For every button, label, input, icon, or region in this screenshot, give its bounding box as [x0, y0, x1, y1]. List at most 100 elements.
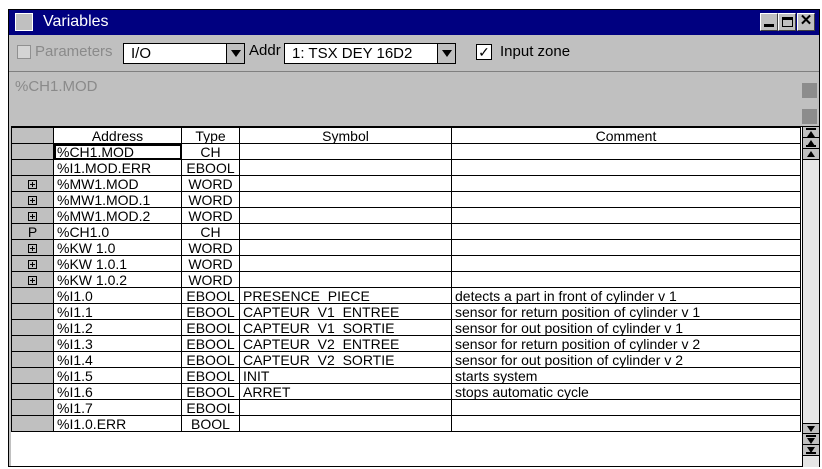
cell-symbol[interactable] [239, 255, 452, 272]
cell-type[interactable]: WORD [181, 207, 240, 224]
cell-comment[interactable]: sensor for return position of cylinder v… [451, 335, 801, 352]
cell-comment[interactable] [451, 399, 801, 416]
row-header[interactable] [11, 383, 54, 400]
cell-symbol[interactable] [239, 159, 452, 176]
cell-type[interactable]: WORD [181, 255, 240, 272]
expand-icon[interactable] [28, 212, 37, 222]
scroll-top-button[interactable] [803, 127, 819, 138]
row-header[interactable] [11, 207, 54, 224]
row-header[interactable] [11, 319, 54, 336]
column-header-address[interactable]: Address [53, 127, 182, 144]
cell-comment[interactable] [451, 255, 801, 272]
table-row[interactable]: %I1.0.ERR BOOL [11, 415, 801, 432]
expand-icon[interactable] [28, 244, 37, 254]
addr-select[interactable]: 1: TSX DEY 16D2 [284, 43, 456, 64]
page-up-button[interactable] [803, 138, 819, 149]
row-header[interactable] [11, 415, 54, 432]
cell-type[interactable]: EBOOL [181, 287, 240, 304]
cell-type[interactable]: EBOOL [181, 303, 240, 320]
cell-symbol[interactable] [239, 143, 452, 160]
cell-type[interactable]: BOOL [181, 415, 240, 432]
cell-symbol[interactable]: CAPTEUR_V1_SORTIE [239, 319, 452, 336]
row-header[interactable] [11, 367, 54, 384]
cell-address[interactable]: %MW1.MOD [53, 175, 182, 192]
cell-address[interactable]: %I1.5 [53, 367, 182, 384]
table-row[interactable]: %CH1.MOD CH [11, 143, 801, 160]
cell-comment[interactable]: sensor for return position of cylinder v… [451, 303, 801, 320]
cell-address[interactable]: %I1.0.ERR [53, 415, 182, 432]
cell-symbol[interactable] [239, 207, 452, 224]
cell-symbol[interactable]: CAPTEUR_V2_ENTREE [239, 335, 452, 352]
cell-comment[interactable] [451, 175, 801, 192]
cell-comment[interactable] [451, 191, 801, 208]
cell-address[interactable]: %KW 1.0.2 [53, 271, 182, 288]
expand-icon[interactable] [28, 260, 37, 270]
cell-type[interactable]: EBOOL [181, 399, 240, 416]
cell-symbol[interactable] [239, 175, 452, 192]
cell-symbol[interactable] [239, 191, 452, 208]
vertical-scrollbar[interactable] [802, 127, 819, 467]
cell-comment[interactable]: stops automatic cycle [451, 383, 801, 400]
cell-comment[interactable]: detects a part in front of cylinder v 1 [451, 287, 801, 304]
cell-symbol[interactable] [239, 399, 452, 416]
cell-type[interactable]: EBOOL [181, 383, 240, 400]
cell-symbol[interactable]: PRESENCE_PIECE [239, 287, 452, 304]
column-header-comment[interactable]: Comment [451, 127, 801, 144]
cell-type[interactable]: CH [181, 223, 240, 240]
table-row[interactable]: %KW 1.0 WORD [11, 239, 801, 256]
expand-icon[interactable] [28, 196, 37, 206]
table-row[interactable]: %I1.2 EBOOL CAPTEUR_V1_SORTIE sensor for ou… [11, 319, 801, 336]
window-menu-icon[interactable] [15, 13, 33, 31]
column-header-symbol[interactable]: Symbol [239, 127, 452, 144]
cell-address[interactable]: %I1.4 [53, 351, 182, 368]
cell-type[interactable]: WORD [181, 191, 240, 208]
expand-icon[interactable] [28, 276, 37, 286]
io-dropdown-button[interactable] [226, 44, 244, 63]
table-row[interactable]: %I1.MOD.ERR EBOOL [11, 159, 801, 176]
column-header-type[interactable]: Type [181, 127, 240, 144]
cell-comment[interactable] [451, 415, 801, 432]
cell-address[interactable]: %KW 1.0.1 [53, 255, 182, 272]
cell-type[interactable]: EBOOL [181, 367, 240, 384]
page-down-button[interactable] [803, 434, 819, 445]
table-row[interactable]: %KW 1.0.1 WORD [11, 255, 801, 272]
row-header[interactable] [11, 239, 54, 256]
title-bar[interactable]: Variables ✕ [9, 10, 819, 35]
cell-address[interactable]: %KW 1.0 [53, 239, 182, 256]
cell-symbol[interactable] [239, 239, 452, 256]
cell-address[interactable]: %I1.MOD.ERR [53, 159, 182, 176]
minimize-button[interactable] [760, 13, 778, 31]
scroll-down-button[interactable] [803, 423, 819, 434]
table-row[interactable]: %I1.7 EBOOL [11, 399, 801, 416]
maximize-button[interactable] [778, 13, 796, 31]
cell-type[interactable]: EBOOL [181, 319, 240, 336]
cell-symbol[interactable] [239, 223, 452, 240]
table-row[interactable]: %I1.4 EBOOL CAPTEUR_V2_SORTIE sensor for ou… [11, 351, 801, 368]
panel-button-top[interactable] [802, 83, 817, 98]
cell-symbol[interactable]: CAPTEUR_V1_ENTREE [239, 303, 452, 320]
table-row[interactable]: %MW1.MOD WORD [11, 175, 801, 192]
cell-comment[interactable]: starts system [451, 367, 801, 384]
row-header[interactable] [11, 159, 54, 176]
cell-symbol[interactable]: CAPTEUR_V2_SORTIE [239, 351, 452, 368]
row-header[interactable] [11, 175, 54, 192]
cell-address[interactable]: %CH1.MOD [53, 143, 182, 160]
table-row[interactable]: %MW1.MOD.1 WORD [11, 191, 801, 208]
row-header[interactable] [11, 303, 54, 320]
cell-comment[interactable] [451, 223, 801, 240]
table-row[interactable]: %I1.0 EBOOL PRESENCE_PIECE detects a part i… [11, 287, 801, 304]
cell-comment[interactable] [451, 159, 801, 176]
row-header[interactable] [11, 255, 54, 272]
table-row[interactable]: %I1.6 EBOOL ARRET stops automatic cycle [11, 383, 801, 400]
cell-address[interactable]: %MW1.MOD.2 [53, 207, 182, 224]
cell-type[interactable]: EBOOL [181, 351, 240, 368]
close-button[interactable]: ✕ [797, 12, 815, 31]
cell-comment[interactable]: sensor for out position of cylinder v 2 [451, 351, 801, 368]
cell-type[interactable]: EBOOL [181, 335, 240, 352]
row-header[interactable] [11, 191, 54, 208]
row-header[interactable] [11, 143, 54, 160]
cell-comment[interactable] [451, 207, 801, 224]
io-select[interactable]: I/O [123, 43, 245, 64]
cell-address[interactable]: %I1.0 [53, 287, 182, 304]
cell-comment[interactable]: sensor for out position of cylinder v 1 [451, 319, 801, 336]
